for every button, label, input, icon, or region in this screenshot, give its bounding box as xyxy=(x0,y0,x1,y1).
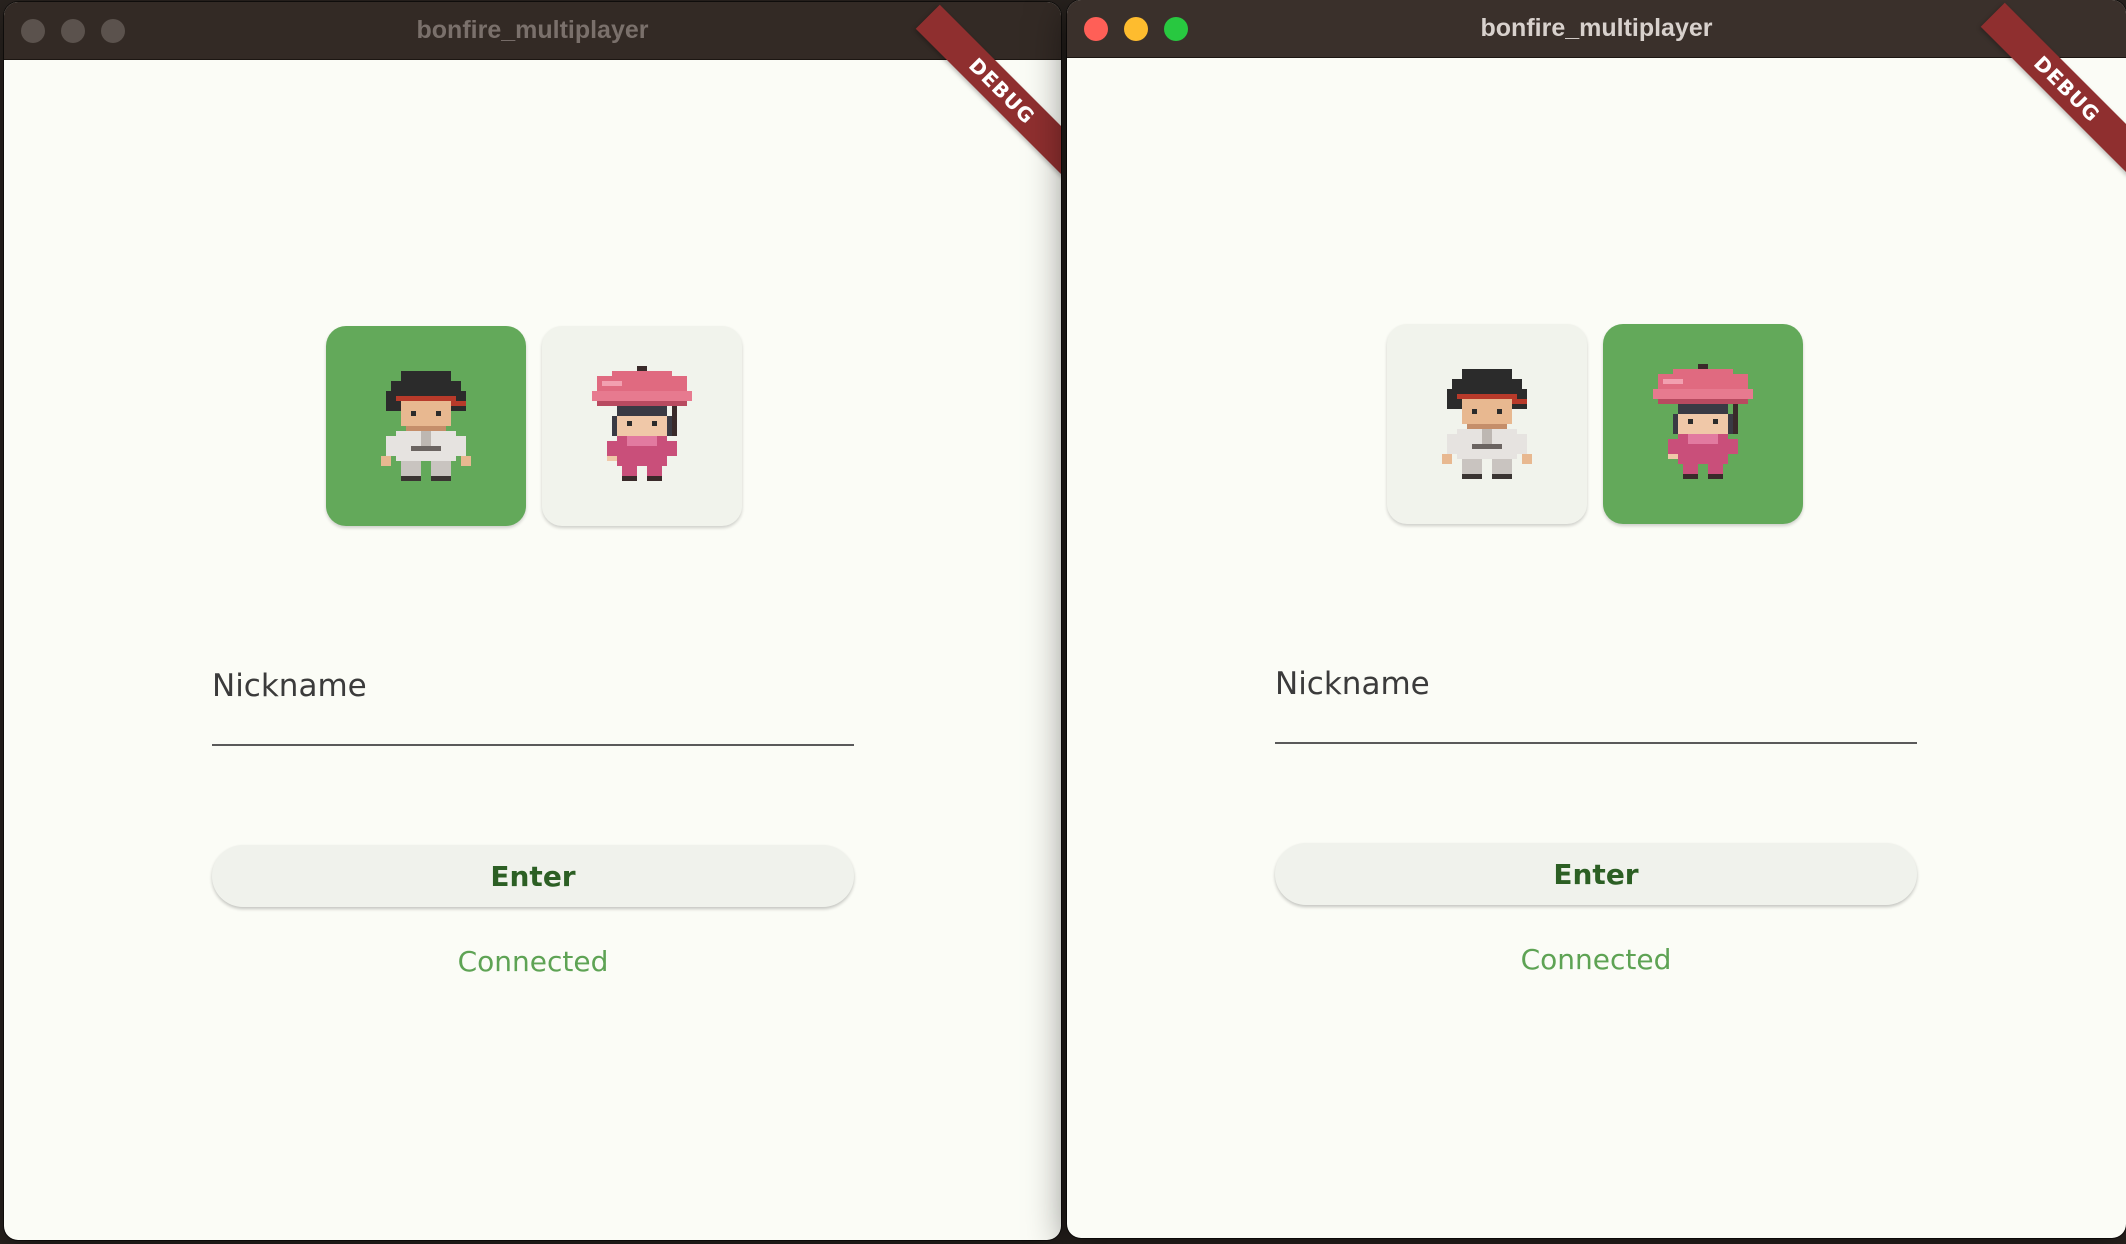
nickname-field[interactable]: Nickname xyxy=(1275,666,1917,706)
nickname-underline xyxy=(1275,742,1917,744)
nickname-underline xyxy=(212,744,854,746)
character-option-girl[interactable] xyxy=(542,326,742,526)
title-bar[interactable]: bonfire_multiplayer xyxy=(4,2,1061,60)
title-bar[interactable]: bonfire_multiplayer xyxy=(1067,0,2126,58)
enter-button[interactable]: Enter xyxy=(1275,843,1917,905)
connection-status: Connected xyxy=(457,945,609,978)
app-window-right: bonfire_multiplayer DEBUG Nickname Enter… xyxy=(1067,0,2126,1238)
character-option-boy[interactable] xyxy=(1387,324,1587,524)
boy-sprite-icon xyxy=(1442,369,1532,479)
nickname-field[interactable]: Nickname xyxy=(212,668,854,708)
window-title: bonfire_multiplayer xyxy=(416,16,649,44)
app-window-left: bonfire_multiplayer DEBUG Nickname Enter… xyxy=(4,2,1061,1240)
window-title: bonfire_multiplayer xyxy=(1480,14,1713,42)
girl-umbrella-sprite-icon xyxy=(592,366,692,481)
character-option-girl[interactable] xyxy=(1603,324,1803,524)
boy-sprite-icon xyxy=(381,371,471,481)
enter-button[interactable]: Enter xyxy=(212,845,854,907)
girl-umbrella-sprite-icon xyxy=(1653,364,1753,479)
connection-status: Connected xyxy=(1520,943,1672,976)
character-option-boy[interactable] xyxy=(326,326,526,526)
